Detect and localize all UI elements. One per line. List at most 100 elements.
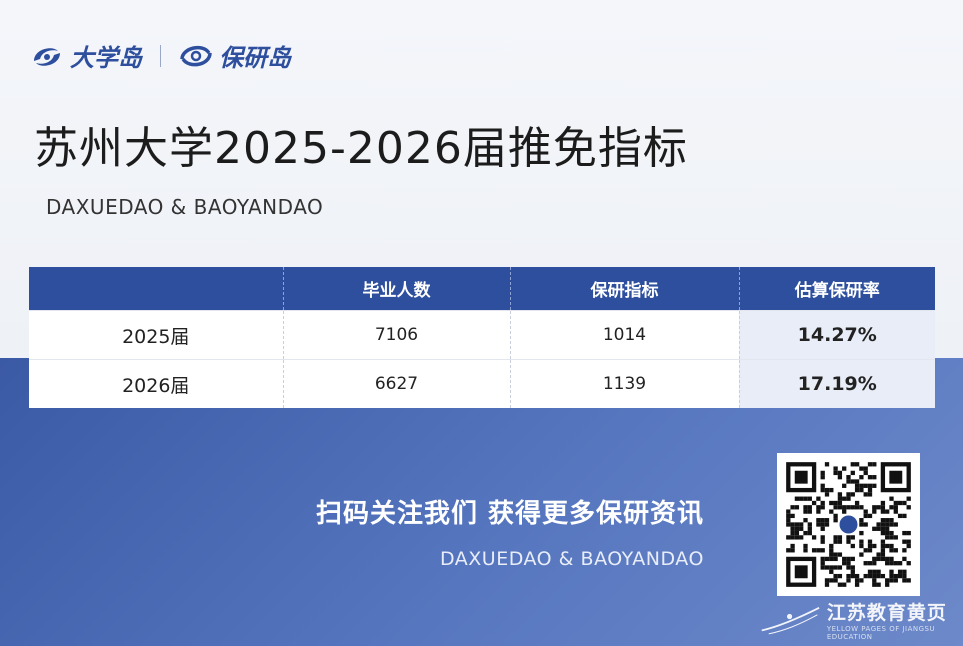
qr-module [829, 500, 834, 506]
qr-module [846, 539, 851, 544]
qr-module [837, 573, 843, 579]
header-quota: 保研指标 [509, 267, 739, 311]
qr-module [872, 543, 877, 549]
qr-module [820, 470, 825, 476]
qr-module [867, 483, 873, 488]
qr-module [859, 518, 864, 523]
qr-module [833, 500, 838, 506]
qr-module [824, 518, 830, 523]
qr-module [902, 578, 907, 583]
qr-module [893, 535, 898, 540]
qr-module [799, 522, 804, 527]
qr-module [854, 578, 860, 583]
qr-module [820, 535, 825, 540]
qr-module [893, 500, 898, 506]
qr-module [872, 578, 877, 583]
qr-module [807, 522, 812, 527]
qr-module [880, 509, 886, 514]
qr-module [816, 496, 821, 501]
qr-module [786, 509, 791, 514]
qr-module [893, 548, 898, 553]
qr-module [824, 522, 830, 527]
qr-module [833, 505, 838, 510]
qr-module [889, 578, 894, 583]
qr-module [893, 573, 898, 579]
qr-module [842, 582, 847, 587]
qr-module [876, 573, 881, 579]
qr-module [885, 530, 890, 536]
qr-module [837, 470, 843, 476]
baoyandao-logo-icon [180, 45, 212, 66]
qr-module [876, 582, 881, 587]
qr-module [820, 565, 825, 570]
qr-module [880, 505, 886, 510]
qr-module [824, 582, 830, 587]
qr-module [820, 539, 825, 544]
qr-module [833, 513, 838, 519]
qr-code-graphic [786, 462, 911, 587]
qr-module [833, 565, 838, 570]
qr-module [790, 535, 795, 540]
qr-module [902, 539, 907, 544]
qr-finder [889, 470, 903, 484]
qr-module [859, 552, 864, 557]
qr-module [824, 556, 830, 562]
qr-module [824, 578, 830, 583]
qr-module [902, 569, 907, 574]
qr-module [837, 492, 843, 497]
table-header-row: 毕业人数 保研指标 估算保研率 [29, 267, 935, 311]
qr-module [863, 561, 868, 566]
qr-module [829, 569, 834, 574]
qr-module [820, 505, 825, 510]
qr-module [850, 462, 855, 467]
qr-module [850, 505, 855, 510]
qr-module [833, 518, 838, 523]
qr-module [880, 548, 886, 553]
qr-module [820, 500, 825, 506]
qr-module [820, 475, 825, 480]
qr-module [880, 522, 886, 527]
qr-module [846, 535, 851, 540]
qr-module [872, 573, 877, 579]
qr-module [889, 530, 894, 536]
qr-module [889, 543, 894, 549]
watermark-logo-icon [761, 606, 820, 634]
qr-module [880, 518, 886, 523]
qr-module [846, 573, 851, 579]
qr-module [833, 470, 838, 476]
qr-code [777, 453, 920, 596]
qr-module [859, 578, 864, 583]
qr-module [889, 573, 894, 579]
qr-module [902, 548, 907, 553]
qr-module [829, 487, 834, 493]
qr-module [867, 539, 873, 544]
qr-module [786, 513, 791, 519]
qr-module [854, 500, 860, 506]
qr-module [829, 543, 834, 549]
qr-module [816, 548, 821, 553]
qr-module [867, 492, 873, 497]
qr-module [885, 582, 890, 587]
qr-module [842, 556, 847, 562]
qr-module [786, 518, 791, 523]
qr-module [906, 530, 911, 536]
qr-module [859, 530, 864, 536]
qr-module [807, 509, 812, 514]
cell-quota: 1014 [509, 310, 739, 360]
watermark-en: YELLOW PAGES OF JIANGSU EDUCATION [826, 625, 936, 641]
qr-module [842, 561, 847, 566]
qr-module [850, 543, 855, 549]
qr-module [893, 578, 898, 583]
qr-module [859, 543, 864, 549]
qr-module [885, 543, 890, 549]
qr-module [803, 496, 808, 501]
qr-module [863, 513, 868, 519]
qr-module [846, 565, 851, 570]
qr-module [859, 466, 864, 471]
qr-module [803, 543, 808, 549]
qr-module [837, 505, 843, 510]
qr-module [859, 475, 864, 480]
qr-module [889, 535, 894, 540]
qr-module [842, 466, 847, 471]
qr-module [850, 479, 855, 484]
